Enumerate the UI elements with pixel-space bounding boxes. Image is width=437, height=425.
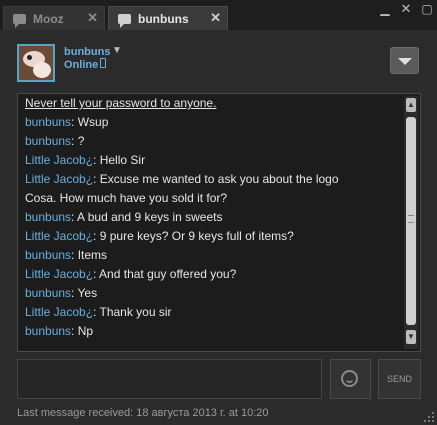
close-window-icon[interactable]: ✕ (399, 2, 413, 16)
chat-message: bunbuns: A bud and 9 keys in sweets (25, 208, 395, 227)
dropdown-arrow-icon (398, 58, 412, 65)
chat-message: Little Jacob¿: Hello Sir (25, 151, 395, 170)
chat-message: bunbuns: Np (25, 322, 395, 341)
send-button[interactable]: SEND (378, 359, 421, 399)
maximize-icon[interactable]: ▢ (420, 2, 434, 16)
scroll-thumb[interactable] (406, 117, 416, 325)
message-text: : ? (71, 134, 85, 148)
chat-window: Mooz ✕ bunbuns ✕ ▁ ✕ ▢ bunbuns ▼ Online … (0, 0, 437, 425)
tab-mooz[interactable]: Mooz ✕ (3, 6, 105, 30)
message-text: : Hello Sir (93, 153, 146, 167)
message-sender[interactable]: Little Jacob¿ (25, 153, 93, 167)
message-sender[interactable]: Little Jacob¿ (25, 267, 93, 281)
tab-close-icon[interactable]: ✕ (87, 11, 98, 25)
scroll-up-icon[interactable]: ▲ (406, 98, 416, 112)
message-sender[interactable]: Little Jacob¿ (25, 305, 93, 319)
emoticon-button[interactable] (330, 359, 371, 399)
phone-icon (100, 58, 106, 68)
grip-icon (408, 215, 414, 223)
chat-message: Little Jacob¿: Excuse me wanted to ask y… (25, 170, 395, 189)
tab-bar: Mooz ✕ bunbuns ✕ ▁ ✕ ▢ (0, 0, 437, 30)
message-sender[interactable]: bunbuns (25, 324, 71, 338)
message-sender[interactable]: bunbuns (25, 248, 71, 262)
message-input[interactable] (17, 359, 322, 399)
chat-message: Little Jacob¿: Thank you sir (25, 303, 395, 322)
chat-message: Little Jacob¿: 9 pure keys? Or 9 keys fu… (25, 227, 395, 246)
resize-grip-icon[interactable] (424, 412, 434, 422)
message-text: : 9 pure keys? Or 9 keys full of items? (93, 229, 294, 243)
message-text: : Excuse me wanted to ask you about the … (93, 172, 339, 186)
friend-status: Online (64, 59, 99, 71)
tab-close-icon[interactable]: ✕ (210, 11, 221, 25)
chat-message: bunbuns: Items (25, 246, 395, 265)
chevron-down-icon[interactable]: ▼ (112, 45, 122, 56)
message-text: Cosa. How much have you sold it for? (25, 191, 228, 205)
chat-message-continuation: Cosa. How much have you sold it for? (25, 189, 395, 208)
message-list: Never tell your password to anyone. bunb… (25, 94, 395, 341)
password-warning: Never tell your password to anyone. (25, 96, 217, 110)
chat-message: bunbuns: Wsup (25, 113, 395, 132)
message-text: : A bud and 9 keys in sweets (71, 210, 223, 224)
friend-name[interactable]: bunbuns (64, 46, 110, 58)
message-sender[interactable]: bunbuns (25, 210, 71, 224)
message-text: : Wsup (71, 115, 109, 129)
tab-label: bunbuns (138, 11, 189, 26)
tab-bunbuns[interactable]: bunbuns ✕ (108, 6, 228, 30)
message-sender[interactable]: bunbuns (25, 134, 71, 148)
message-text: : And that guy offered you? (93, 267, 237, 281)
chat-bubble-icon (118, 13, 131, 28)
emoticon-icon (341, 370, 358, 387)
avatar[interactable] (17, 44, 55, 82)
tab-label: Mooz (33, 11, 64, 26)
message-text: : Yes (71, 286, 98, 300)
chat-message: bunbuns: Yes (25, 284, 395, 303)
message-text: : Np (71, 324, 94, 338)
minimize-icon[interactable]: ▁ (378, 2, 392, 16)
message-text: : Thank you sir (93, 305, 172, 319)
message-sender[interactable]: Little Jacob¿ (25, 172, 93, 186)
message-sender[interactable]: Little Jacob¿ (25, 229, 93, 243)
chat-message: Little Jacob¿: And that guy offered you? (25, 265, 395, 284)
last-message-status: Last message received: 18 августа 2013 г… (17, 407, 269, 419)
chat-bubble-icon (13, 13, 26, 28)
chat-log: Never tell your password to anyone. bunb… (17, 93, 421, 352)
message-sender[interactable]: bunbuns (25, 115, 71, 129)
message-sender[interactable]: bunbuns (25, 286, 71, 300)
chat-scrollbar[interactable]: ▲ ▼ (404, 96, 418, 349)
message-text: : Items (71, 248, 108, 262)
chat-message: bunbuns: ? (25, 132, 395, 151)
chat-menu-button[interactable] (390, 47, 419, 74)
scroll-down-icon[interactable]: ▼ (406, 330, 416, 344)
